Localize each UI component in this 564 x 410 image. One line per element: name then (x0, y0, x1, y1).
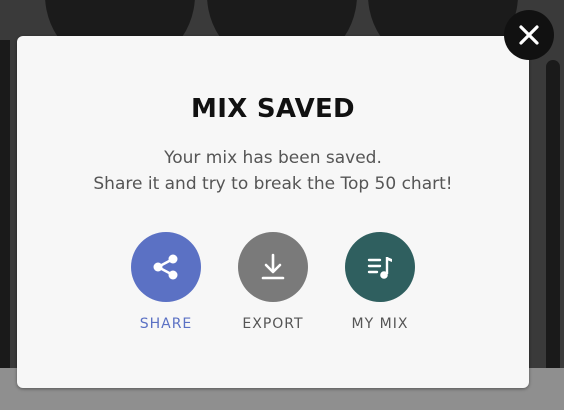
background-silhouette (546, 60, 560, 370)
my-mix-button-label[interactable]: MY MIX (320, 316, 440, 332)
dialog-message-line1: Your mix has been saved. (164, 148, 382, 168)
export-button-circle[interactable] (238, 232, 308, 302)
share-icon (153, 254, 178, 280)
close-icon (519, 25, 539, 45)
playlist-icon (367, 257, 392, 279)
mix-saved-dialog: MIX SAVED Your mix has been saved. Share… (17, 36, 529, 388)
share-button-circle[interactable] (131, 232, 201, 302)
export-button-label[interactable]: EXPORT (213, 316, 333, 332)
close-button[interactable] (504, 10, 554, 60)
share-button-label[interactable]: SHARE (106, 316, 226, 332)
dialog-message-line2: Share it and try to break the Top 50 cha… (93, 174, 453, 194)
share-button[interactable]: SHARE (106, 232, 226, 332)
dialog-title: MIX SAVED (191, 94, 355, 124)
my-mix-button[interactable]: MY MIX (320, 232, 440, 332)
my-mix-button-circle[interactable] (345, 232, 415, 302)
export-button[interactable]: EXPORT (213, 232, 333, 332)
background-silhouette (0, 40, 10, 370)
download-icon (261, 253, 285, 280)
